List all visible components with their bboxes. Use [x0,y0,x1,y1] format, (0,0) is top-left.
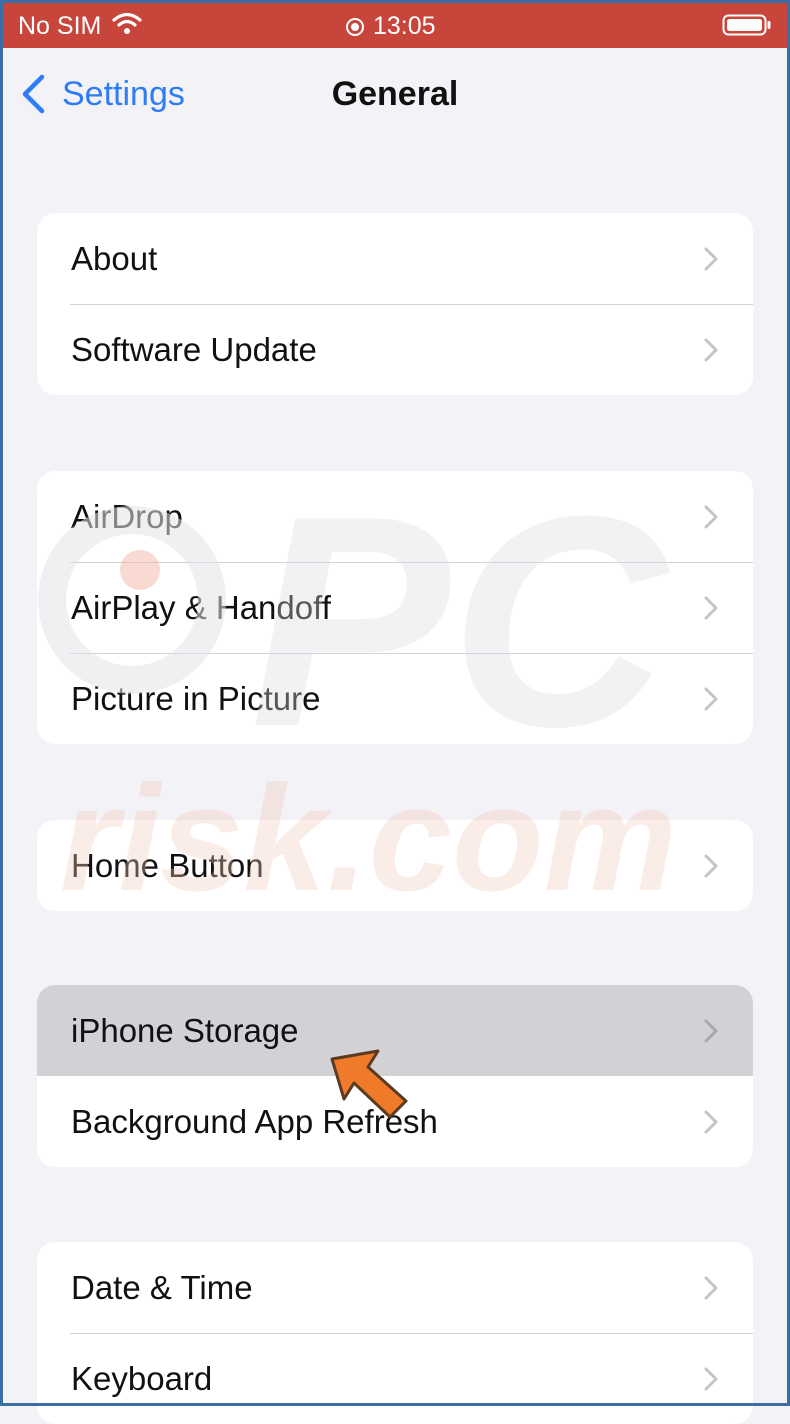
settings-group-3: Home Button [37,820,753,911]
chevron-right-icon [704,247,718,271]
settings-group-5: Date & Time Keyboard [37,1242,753,1424]
navigation-bar: Settings General [0,48,790,140]
row-label: iPhone Storage [71,1011,299,1049]
chevron-right-icon [704,338,718,362]
row-label: Home Button [71,846,264,884]
chevron-right-icon [704,1367,718,1391]
row-label: AirPlay & Handoff [71,588,331,626]
status-center: 13:05 [345,12,436,41]
page-title: General [331,75,459,113]
row-keyboard[interactable]: Keyboard [37,1333,753,1424]
chevron-right-icon [704,1019,718,1043]
status-bar: No SIM 13:05 [0,0,790,48]
row-label: Date & Time [71,1268,253,1306]
settings-group-2: AirDrop AirPlay & Handoff Picture in Pic… [37,471,753,744]
row-label: Keyboard [71,1359,213,1397]
row-home-button[interactable]: Home Button [37,820,753,911]
chevron-right-icon [704,596,718,620]
arrow-pointer-icon [330,1049,408,1119]
chevron-right-icon [704,1276,718,1300]
wifi-icon [112,12,142,34]
chevron-right-icon [704,1110,718,1134]
row-label: Picture in Picture [71,679,321,717]
row-label: Software Update [71,330,317,368]
row-label: AirDrop [71,497,183,535]
row-airplay-handoff[interactable]: AirPlay & Handoff [37,562,753,653]
row-airdrop[interactable]: AirDrop [37,471,753,562]
row-software-update[interactable]: Software Update [37,304,753,395]
row-date-time[interactable]: Date & Time [37,1242,753,1333]
chevron-right-icon [704,854,718,878]
row-label: About [71,239,158,277]
settings-group-1: About Software Update [37,213,753,395]
chevron-right-icon [704,505,718,529]
row-picture-in-picture[interactable]: Picture in Picture [37,653,753,744]
carrier-label: No SIM [18,12,102,40]
time-label: 13:05 [373,12,436,40]
battery-icon [722,14,771,36]
row-about[interactable]: About [37,213,753,304]
chevron-right-icon [704,687,718,711]
orientation-lock-icon [346,17,364,36]
